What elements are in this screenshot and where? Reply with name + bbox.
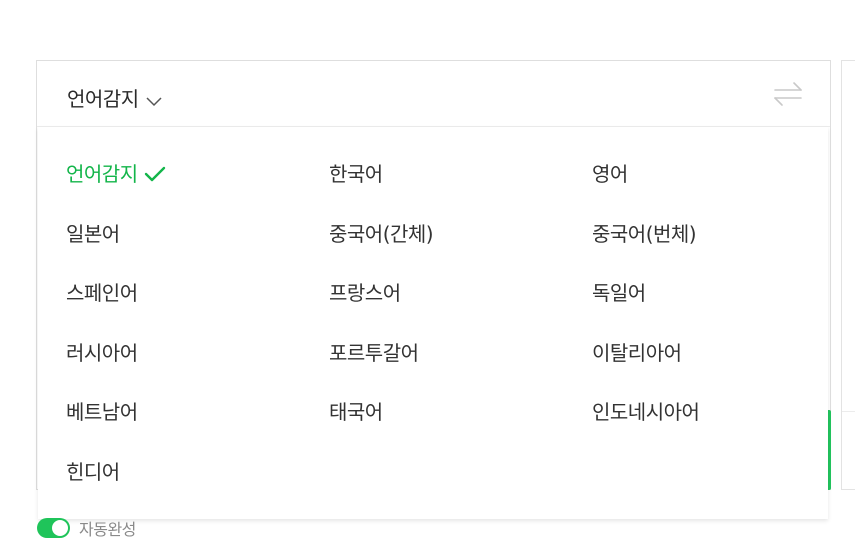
translator-stage: 언어감지 언어감지 한국어 영어 일본어 중국어(간체) 중국어(번체) 스페인… [0, 0, 855, 558]
language-option[interactable]: 태국어 [329, 399, 383, 425]
language-option[interactable]: 일본어 [66, 221, 120, 247]
target-panel-edge [841, 60, 855, 490]
source-panel-header: 언어감지 [37, 61, 830, 127]
language-option[interactable]: 스페인어 [66, 280, 138, 306]
autocomplete-label: 자동완성 [79, 520, 136, 539]
language-option[interactable]: 포르투갈어 [329, 340, 419, 366]
language-option-label: 인도네시아어 [592, 400, 700, 425]
language-option-label: 독일어 [592, 281, 646, 306]
chevron-down-icon [145, 92, 163, 106]
source-language-select[interactable]: 언어감지 [67, 83, 163, 112]
language-option-label: 러시아어 [66, 340, 138, 365]
language-option[interactable]: 언어감지 [66, 161, 166, 187]
language-option-label: 프랑스어 [329, 281, 401, 306]
language-option-label: 중국어(번체) [592, 221, 697, 246]
language-option-label: 스페인어 [66, 281, 138, 306]
language-option-label: 베트남어 [66, 400, 138, 425]
toggle-knob [52, 520, 68, 536]
language-option[interactable]: 베트남어 [66, 399, 138, 425]
language-option-label: 힌디어 [66, 460, 120, 484]
language-option-label: 한국어 [329, 162, 383, 186]
language-option[interactable]: 힌디어 [66, 459, 120, 485]
language-option-label: 일본어 [66, 221, 120, 246]
language-option-label: 이탈리아어 [592, 340, 682, 365]
language-option[interactable]: 중국어(간체) [329, 221, 434, 247]
language-option-label: 포르투갈어 [329, 340, 419, 365]
language-option[interactable]: 한국어 [329, 161, 383, 187]
language-option-label: 중국어(간체) [329, 221, 434, 246]
language-option[interactable]: 러시아어 [66, 340, 138, 366]
autocomplete-setting: 자동완성 [37, 516, 136, 540]
source-language-label: 언어감지 [67, 87, 139, 111]
target-panel-divider [842, 411, 855, 412]
autocomplete-toggle[interactable] [37, 518, 70, 538]
swap-languages-button[interactable] [772, 79, 804, 109]
language-option-label: 언어감지 [66, 162, 138, 186]
language-option[interactable]: 중국어(번체) [592, 221, 697, 247]
language-option[interactable]: 독일어 [592, 280, 646, 306]
language-option-label: 영어 [592, 162, 628, 186]
language-option[interactable]: 이탈리아어 [592, 340, 682, 366]
language-option[interactable]: 영어 [592, 161, 628, 187]
language-option[interactable]: 인도네시아어 [592, 399, 700, 425]
language-option[interactable]: 프랑스어 [329, 280, 401, 306]
language-dropdown: 언어감지 한국어 영어일본어 중국어(간체) 중국어(번체) 스페인어 프랑스어 독일어러시아… [38, 127, 828, 519]
language-option-label: 태국어 [329, 400, 383, 425]
check-icon [144, 163, 166, 182]
swap-arrows-icon [774, 82, 802, 106]
